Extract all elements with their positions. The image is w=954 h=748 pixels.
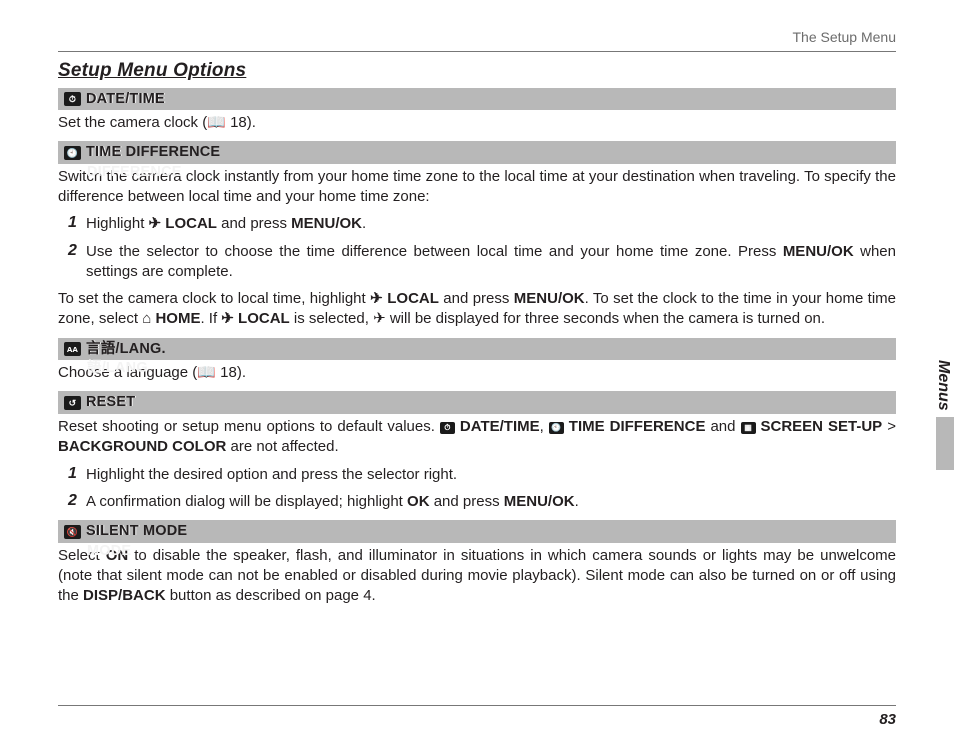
home-icon: ⌂ — [142, 310, 151, 327]
heading-reset: ↺ RESET — [58, 391, 896, 414]
language-icon: ᴀᴀ — [64, 342, 81, 356]
clock-icon: ⏱ — [64, 92, 81, 106]
plane-icon: ✈ — [373, 310, 386, 327]
mute-icon: 🔇 — [64, 525, 81, 539]
book-icon: 📖 — [197, 364, 216, 381]
clock-icon: ⏱ — [440, 422, 455, 434]
plane-icon: ✈ — [221, 310, 234, 327]
plane-icon: ✈ — [149, 215, 162, 232]
heading-date-time: ⏱ DATE/TIME — [58, 88, 896, 111]
heading-silent-mode: 🔇 SILENT MODE — [58, 520, 896, 543]
step-2: 2 A confirmation dialog will be displaye… — [68, 492, 896, 512]
heading-language: ᴀᴀ 言語/LANG. — [58, 338, 896, 361]
reset-icon: ↺ — [64, 396, 81, 410]
globe-clock-icon: 🕙 — [549, 422, 564, 434]
screen-icon: ▦ — [741, 422, 756, 434]
page-number: 83 — [58, 710, 896, 730]
side-tab-label: Menus — [936, 360, 954, 417]
reset-body: Reset shooting or setup menu options to … — [58, 417, 896, 512]
time-difference-body: Switch the camera clock instantly from y… — [58, 167, 896, 330]
header-breadcrumb: The Setup Menu — [58, 28, 896, 49]
heading-silent-mode-label: SILENT MODE — [86, 522, 187, 542]
book-icon: 📖 — [207, 114, 226, 131]
heading-time-difference: 🕙 TIME DIFFERENCE — [58, 141, 896, 164]
step-2: 2 Use the selector to choose the time di… — [68, 242, 896, 283]
date-time-body: Set the camera clock (📖 18). — [58, 113, 896, 133]
side-tab-swatch — [936, 417, 954, 470]
globe-clock-icon: 🕙 — [64, 146, 81, 160]
heading-date-time-label: DATE/TIME — [86, 90, 165, 110]
language-body: Choose a language (📖 18). — [58, 363, 896, 383]
side-tab: Menus — [936, 360, 954, 470]
page-title: Setup Menu Options — [58, 58, 896, 84]
step-1: 1 Highlight ✈ LOCAL and press MENU/OK. — [68, 214, 896, 234]
heading-language-label: 言語/LANG. — [86, 340, 166, 360]
step-1: 1 Highlight the desired option and press… — [68, 465, 896, 485]
heading-reset-label: RESET — [86, 393, 135, 413]
heading-time-difference-label: TIME DIFFERENCE — [86, 143, 220, 163]
header-rule — [58, 51, 896, 52]
footer: 83 — [58, 705, 896, 730]
plane-icon: ✈ — [370, 290, 383, 307]
